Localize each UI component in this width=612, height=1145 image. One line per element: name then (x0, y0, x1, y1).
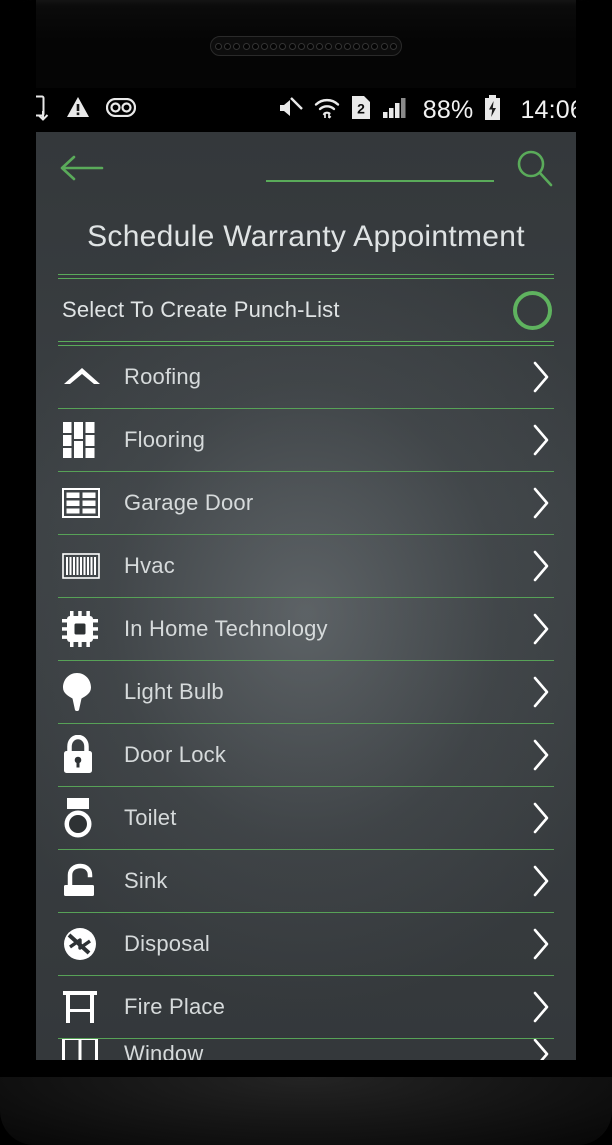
list-item[interactable]: Toilet (36, 787, 576, 849)
status-bar: 2 88% 14:06 (0, 88, 612, 132)
chevron-right-icon[interactable] (530, 486, 552, 520)
list-item-label: Garage Door (124, 490, 254, 515)
list-item[interactable]: Roofing (36, 346, 576, 408)
chevron-right-icon[interactable] (530, 801, 552, 835)
garage-door-icon (62, 488, 114, 518)
list-item-label: Toilet (124, 805, 177, 830)
list-item[interactable]: Hvac (36, 535, 576, 597)
phone-top-bezel (0, 0, 612, 88)
chevron-right-icon[interactable] (530, 1039, 552, 1060)
window-icon (62, 1039, 114, 1060)
list-item[interactable]: Disposal (36, 913, 576, 975)
search-button[interactable] (500, 146, 554, 190)
list-item-label: Door Lock (124, 742, 227, 767)
list-item-label: Flooring (124, 427, 206, 452)
page-title: Schedule Warranty Appointment (87, 220, 525, 253)
disposal-icon (62, 926, 114, 962)
phone-right-bezel (576, 0, 612, 1145)
light-bulb-icon (62, 672, 114, 712)
status-bar-left-icons (28, 95, 137, 126)
list-item[interactable]: Flooring (36, 409, 576, 471)
roof-icon (62, 362, 114, 392)
chevron-right-icon[interactable] (530, 423, 552, 457)
app-bar (36, 132, 576, 204)
chevron-right-icon[interactable] (530, 549, 552, 583)
list-item-label: Hvac (124, 553, 175, 578)
list-item[interactable]: Door Lock (36, 724, 576, 786)
warning-triangle-icon (66, 96, 90, 124)
list-item-label: Roofing (124, 364, 202, 389)
list-item[interactable]: Window (36, 1039, 576, 1060)
back-arrow-icon (60, 155, 104, 181)
flooring-icon (62, 421, 114, 459)
hvac-vent-icon (62, 553, 114, 579)
list-item-label: Disposal (124, 931, 210, 956)
chevron-right-icon[interactable] (530, 675, 552, 709)
signal-bars-icon (382, 96, 408, 124)
clock: 14:06 (520, 95, 584, 124)
back-button[interactable] (58, 146, 112, 190)
circle-outline-icon[interactable] (513, 290, 552, 330)
voicemail-icon (105, 97, 137, 122)
punch-list-row[interactable]: Select To Create Punch-List (36, 279, 576, 341)
list-item-label: Sink (124, 868, 168, 893)
list-item[interactable]: Garage Door (36, 472, 576, 534)
chevron-right-icon[interactable] (530, 864, 552, 898)
padlock-icon (62, 735, 114, 775)
app-screen: Schedule Warranty Appointment Select To … (36, 132, 576, 1060)
chevron-right-icon[interactable] (530, 990, 552, 1024)
list-item[interactable]: Light Bulb (36, 661, 576, 723)
list-item-label: In Home Technology (124, 616, 328, 641)
chevron-right-icon[interactable] (530, 927, 552, 961)
list-item[interactable]: Fire Place (36, 976, 576, 1038)
list-item[interactable]: Sink (36, 850, 576, 912)
punch-list-label: Select To Create Punch-List (62, 297, 340, 322)
sim-slot-number: 2 (357, 101, 365, 117)
battery-charging-icon (484, 94, 501, 126)
chevron-right-icon[interactable] (530, 612, 552, 646)
phone-bottom-bezel-sheen (0, 1077, 612, 1145)
fireplace-icon (62, 990, 114, 1024)
chevron-right-icon[interactable] (530, 738, 552, 772)
phone-left-bezel (0, 0, 36, 1145)
cpu-chip-icon (62, 611, 114, 647)
battery-percentage: 88% (422, 95, 474, 124)
toilet-icon (62, 797, 114, 839)
phone-bottom-bezel (0, 1060, 612, 1145)
list-item[interactable]: In Home Technology (36, 598, 576, 660)
phone-device: 2 88% 14:06 Schedule Warranty Appointmen… (0, 0, 612, 1145)
chevron-right-icon[interactable] (530, 360, 552, 394)
wifi-icon (314, 97, 340, 124)
category-list: Roofing Flooring Garage Door Hvac In Hom… (36, 346, 576, 1060)
sink-faucet-icon (62, 863, 114, 899)
search-icon (517, 150, 553, 187)
search-input-underline (266, 180, 494, 182)
list-item-label: Window (124, 1041, 204, 1060)
list-item-label: Light Bulb (124, 679, 224, 704)
status-bar-right-icons: 2 88% 14:06 (277, 94, 584, 126)
earpiece-speaker-grille (210, 36, 402, 56)
list-item-label: Fire Place (124, 994, 226, 1019)
sim-2-icon: 2 (351, 95, 371, 125)
search-input[interactable] (118, 146, 494, 190)
mute-icon (277, 96, 303, 124)
